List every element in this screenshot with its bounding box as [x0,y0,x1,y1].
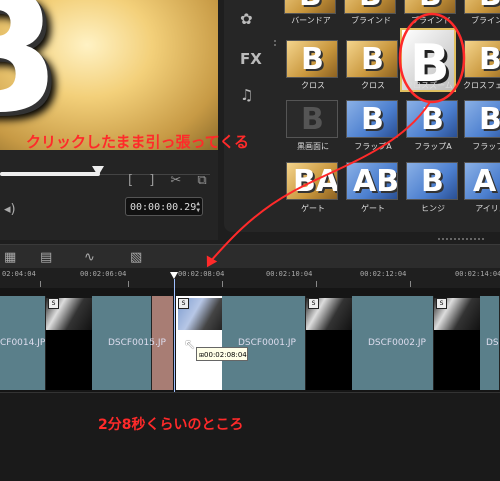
transition-thumb[interactable]: B [404,0,456,14]
transition-thumb[interactable]: B [286,40,338,78]
ruler-tick [40,281,41,287]
clip-thumbnail-bg [306,330,352,390]
volume-icon[interactable]: ◂) [4,202,16,217]
ruler-label: 00:02:10:04 [266,270,313,278]
timecode-stepper[interactable]: ▲ ▼ [196,200,200,214]
transition-thumb[interactable]: B [344,0,396,14]
transition-label: ゲート [361,204,385,213]
transition-label: フラップA [354,142,392,151]
transition-label: ブラインド [471,16,500,25]
timeline-toolbar [0,244,500,269]
transition-label: アイリス [475,204,500,213]
audio-mixer-icon[interactable]: ∿ [84,250,95,265]
transition-thumb[interactable]: A [464,162,500,200]
transition-label: 黒画面に [297,142,329,151]
track-manager-icon[interactable]: ▦ [4,250,16,265]
clip-thumbnail-bg [46,330,92,390]
transition-thumb[interactable]: B [464,100,500,138]
scrub-handle[interactable] [92,166,104,176]
annotation-drag-note: クリックしたまま引っ張ってくる [26,133,250,151]
transition-thumb[interactable]: B [346,40,398,78]
clip-label: DSCF0015.JP [108,338,166,348]
scrub-bar[interactable] [0,172,100,176]
transition-label: フラップA [414,142,452,151]
transition-label: バーンドア [291,16,331,25]
lower-track-area [0,392,500,481]
timecode-value: 00:00:00.29 [130,202,197,213]
auto-music-icon[interactable]: ▧ [130,250,142,265]
clip-thumbnail-bg [434,330,480,390]
transition-thumb[interactable]: B [346,100,398,138]
transition-label: ブラインド [411,16,451,25]
mark-in-out-icons[interactable]: [ ] ✂ ⧉ [128,173,213,188]
preview-controls [0,150,218,240]
ruler-label: 00:02:06:04 [80,270,127,278]
transition-thumb[interactable]: B [464,40,500,78]
tooltip-time: 00:02:08:04 [204,351,247,359]
preview-b-graphic: B [0,0,60,150]
transition-label: クロス [301,81,325,90]
timeline-ruler[interactable] [0,268,500,289]
transition-label: ブラインド [351,16,391,25]
ruler-label: 02:04:04 [2,270,36,278]
chapter-icon[interactable]: ▤ [40,250,52,265]
ruler-label: 00:02:08:04 [178,270,225,278]
transition-thumb[interactable]: B [406,162,458,200]
photo-badge-icon: S [48,298,59,309]
fx-icon[interactable]: FX [240,50,262,68]
ruler-tick [128,281,129,287]
clip-label: CF0014.JP [0,338,46,348]
music-icon[interactable]: ♫ [240,86,253,104]
panel-resize-grip[interactable] [438,238,484,242]
annotation-time-note: 2分8秒くらいのところ [98,417,244,433]
ruler-label: 00:02:14:04 [455,270,500,278]
photo-badge-icon: S [308,298,319,309]
drag-tooltip: ⊞00:02:08:04 [196,347,248,361]
transition-label: クロスズーム [405,81,453,90]
transition-label: クロス [361,81,385,90]
ruler-tick [222,281,223,287]
transition-label: フラップB [472,142,500,151]
transition-thumb[interactable]: BA [286,162,338,200]
transition-label: クロスフェード [463,81,500,90]
video-fx-icon[interactable]: ✿ [240,10,253,28]
ruler-label: 00:02:12:04 [360,270,407,278]
transition-label: ゲート [301,204,325,213]
timecode-field[interactable]: 00:00:00.29 ▲ ▼ [125,197,203,216]
ruler-tick [410,281,411,287]
preview-window: B [0,0,218,150]
mouse-cursor-icon: ↖ [184,337,196,353]
transition-thumb[interactable]: AB [346,162,398,200]
transition-thumb[interactable]: B [286,100,338,138]
transition-thumb[interactable]: B [284,0,336,14]
ruler-tick [316,281,317,287]
panel-divider [274,40,278,46]
clip-label: DS [486,338,499,348]
transition-label: ヒンジ [421,204,445,213]
transition-thumb[interactable]: B [464,0,500,14]
clip-label: DSCF0002.JP [368,338,426,348]
playhead-handle[interactable] [170,272,178,279]
photo-badge-icon: S [178,298,189,309]
transition-thumb[interactable]: B [406,100,458,138]
photo-badge-icon: S [436,298,447,309]
